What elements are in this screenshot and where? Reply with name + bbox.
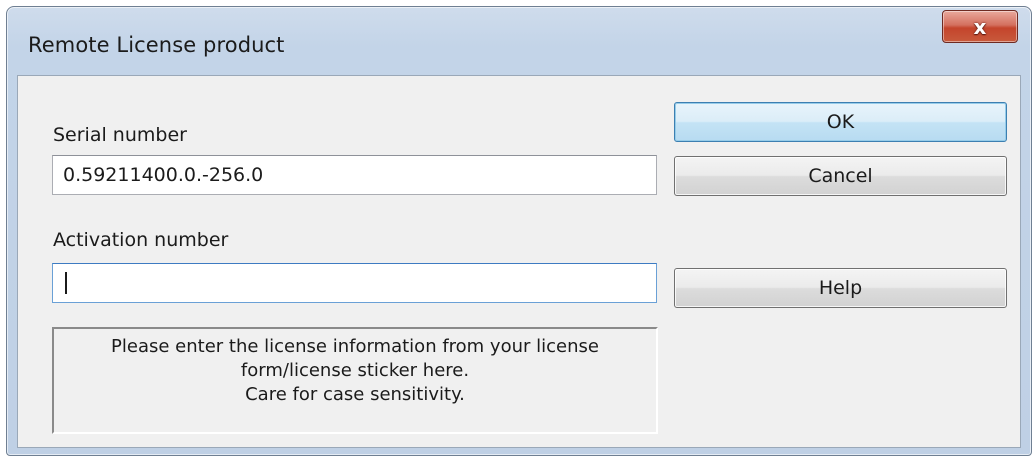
dialog-content: Serial number 0.59211400.0.-256.0 Activa…	[17, 75, 1021, 448]
activation-number-input[interactable]	[52, 263, 657, 303]
serial-number-input[interactable]: 0.59211400.0.-256.0	[52, 155, 657, 195]
info-message-box: Please enter the license information fro…	[52, 327, 658, 434]
serial-number-label: Serial number	[53, 124, 187, 146]
serial-number-value: 0.59211400.0.-256.0	[63, 164, 264, 186]
info-line: Please enter the license information fro…	[111, 336, 599, 357]
dialog-window: Remote License product x Serial number 0…	[6, 6, 1032, 456]
text-caret	[65, 272, 67, 294]
close-icon: x	[973, 14, 987, 39]
help-button[interactable]: Help	[674, 268, 1007, 308]
info-line: Care for case sensitivity.	[245, 384, 465, 405]
close-button[interactable]: x	[942, 10, 1018, 43]
activation-number-label: Activation number	[53, 229, 229, 251]
cancel-button[interactable]: Cancel	[674, 156, 1007, 196]
window-title: Remote License product	[28, 33, 285, 57]
title-bar[interactable]: Remote License product x	[7, 7, 1031, 75]
info-line: form/license sticker here.	[240, 360, 470, 381]
ok-button[interactable]: OK	[674, 102, 1007, 142]
